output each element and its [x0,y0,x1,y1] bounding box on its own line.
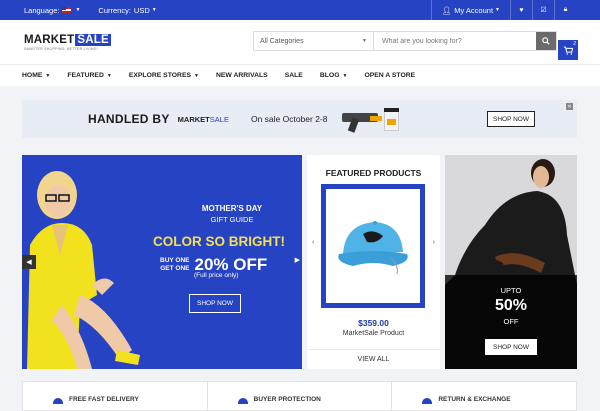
chevron-down-icon: ▼ [45,72,51,79]
promo-percent: 50% [494,297,528,314]
feature-return-exchange: RETURN & EXCHANGE [392,382,576,410]
banner-shop-now-button[interactable]: SHOP NOW [487,111,535,127]
nav-new-arrivals[interactable]: NEW ARRIVALS [216,72,268,79]
promo-upto: UPTO [500,286,522,295]
search-icon [542,37,550,45]
site-logo[interactable]: MARKET SALE SMARTER SHOPPING, BETTER LIV… [24,33,111,51]
chevron-left-icon[interactable]: ‹ [312,239,314,246]
side-promo: UPTO 50% OFF SHOP NOW [445,155,577,369]
compare-icon[interactable]: ☑ [532,0,554,20]
hero-line-1: MOTHER'S DAY [201,204,263,213]
featured-products-panel: FEATURED PRODUCTS ‹ › $359.00 MarketSale… [307,155,440,369]
us-flag-icon [62,7,72,13]
category-value: All Categories [260,37,304,45]
user-icon: 👤︎ [441,5,452,15]
view-all-link[interactable]: VIEW ALL [307,349,440,369]
featured-title: FEATURED PRODUCTS [325,168,422,178]
hero-percent: 20% OFF [194,255,268,274]
delivery-icon [53,398,63,404]
features-strip: FREE FAST DELIVERY BUYER PROTECTION RETU… [22,381,577,411]
main-nav: HOME ▼ FEATURED ▼ EXPLORE STORES ▼ NEW ARRI… [0,64,600,86]
currency-selector[interactable]: Currency: USD ▼ [98,6,156,15]
promo-model-image [445,155,577,369]
banner-sale-text: On sale October 2-8 [250,114,328,124]
hero-offer: BUY ONE GET ONE 20% OFF [160,255,268,274]
nav-sale[interactable]: SALE [285,72,303,79]
logo-highlight: SALE [75,33,111,46]
my-account-link[interactable]: 👤︎ My Account ▼ [430,0,510,20]
header: MARKET SALE SMARTER SHOPPING, BETTER LIV… [0,20,600,64]
chevron-down-icon: ▼ [342,72,348,79]
hero-full-price-note: (Full price only) [194,272,239,279]
cart-icon [563,46,573,55]
logo-tagline: SMARTER SHOPPING, BETTER LIVING! [24,46,98,51]
my-account-label: My Account [454,5,494,15]
hero-line-2: GIFT GUIDE [210,215,254,224]
search-bar: All Categories ▼ [253,31,557,51]
chevron-down-icon: ▼ [362,38,367,44]
feature-buyer-protection: BUYER PROTECTION [208,382,393,410]
hero-headline: COLOR SO BRIGHT! [153,234,285,249]
promo-off: OFF [503,317,519,326]
cart-count: 2 [573,41,576,47]
featured-price: $359.00 [358,318,389,328]
hero-buy-one: BUY ONE [160,257,190,264]
chevron-down-icon: ▼ [151,7,157,13]
currency-value: USD [133,5,150,15]
banner-brand: MARKETSALE [177,114,229,124]
lock-icon[interactable]: 🔒︎ [554,0,576,20]
featured-product-name[interactable]: MarketSale Product [307,330,440,337]
language-label: Language: [24,5,60,15]
chevron-down-icon: ▼ [106,72,112,79]
account-area: 👤︎ My Account ▼ ♥ ☑ 🔒︎ [430,0,576,20]
nav-blog[interactable]: BLOG ▼ [320,72,348,79]
chevron-right-icon[interactable]: › [433,239,435,246]
wishlist-icon[interactable]: ♥ [510,0,532,20]
hero-shop-now-button[interactable]: SHOP NOW [189,294,241,313]
nav-open-a-store[interactable]: OPEN A STORE [364,72,415,79]
close-icon[interactable]: ✕ [566,103,573,110]
cap-image [338,221,408,275]
currency-label: Currency: [98,5,131,15]
logo-text: MARKET [24,33,75,46]
nav-featured[interactable]: FEATURED ▼ [67,72,111,79]
slider-next-arrow-icon[interactable]: ▶ [295,256,300,264]
hero-slider: MOTHER'S DAY GIFT GUIDE COLOR SO BRIGHT!… [22,155,302,369]
cart-button[interactable]: 2 [558,40,578,60]
promo-banner: HANDLED BY MARKETSALE On sale October 2-… [22,100,577,138]
nav-home[interactable]: HOME ▼ [22,72,50,79]
search-input[interactable] [374,32,536,50]
search-button[interactable] [536,32,556,50]
featured-product-image[interactable] [321,184,425,308]
banner-handled-text: HANDLED BY [88,112,170,126]
category-select[interactable]: All Categories ▼ [254,32,374,50]
slider-prev-arrow-icon[interactable]: ◀ [22,255,36,269]
chevron-down-icon: ▼ [75,7,81,13]
feature-free-delivery: FREE FAST DELIVERY [23,382,208,410]
hero-model-image [22,155,152,369]
language-selector[interactable]: Language: ▼ [24,6,80,15]
top-bar: Language: ▼ Currency: USD ▼ 👤︎ My Accoun… [0,0,600,20]
promo-shop-now-button[interactable]: SHOP NOW [485,339,537,355]
hero-get-one: GET ONE [160,265,190,272]
chevron-down-icon: ▼ [495,7,500,13]
shield-icon [237,398,248,404]
chevron-down-icon: ▼ [194,72,199,79]
banner-product-image [340,104,404,134]
nav-explore-stores[interactable]: EXPLORE STORES ▼ [129,72,199,79]
return-icon [422,398,433,404]
